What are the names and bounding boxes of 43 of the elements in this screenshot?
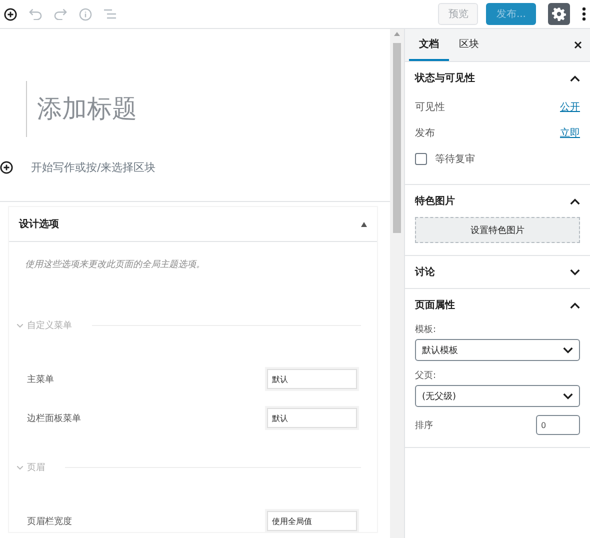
- option-label: 页眉栏宽度: [27, 516, 72, 528]
- sidebar-tab[interactable]: 区块: [449, 29, 489, 61]
- panel-title[interactable]: 页面属性: [415, 298, 455, 312]
- option-field[interactable]: 使用全局值: [267, 511, 357, 531]
- checkbox[interactable]: [415, 153, 427, 165]
- field-label: 模板:: [415, 324, 438, 336]
- settings-icon[interactable]: [548, 3, 570, 25]
- sidebar-tab[interactable]: 文档: [409, 29, 449, 61]
- panel-title[interactable]: 特色图片: [415, 194, 455, 208]
- chevron-down-icon: [563, 392, 573, 400]
- setting-link[interactable]: 立即: [560, 126, 580, 140]
- add-block-icon[interactable]: [0, 160, 13, 174]
- option-field[interactable]: 默认: [267, 369, 357, 389]
- chevron-down-icon: [17, 324, 23, 328]
- add-block-icon[interactable]: [4, 8, 17, 20]
- setting-link[interactable]: 公开: [560, 100, 580, 114]
- scroll-up-icon[interactable]: [394, 32, 400, 36]
- block-appender[interactable]: 开始写作或按/来选择区块: [31, 160, 156, 174]
- set-featured-image-button[interactable]: 设置特色图片: [415, 217, 580, 243]
- order-field[interactable]: 0: [536, 415, 580, 435]
- close-icon[interactable]: [574, 41, 582, 49]
- panel-title[interactable]: 讨论: [415, 265, 435, 279]
- dropdown[interactable]: 默认模板: [415, 339, 580, 361]
- section-heading: 自定义菜单: [27, 320, 72, 332]
- field-label: 父页:: [415, 370, 438, 382]
- panel-title[interactable]: 状态与可见性: [415, 71, 475, 85]
- section-heading: 页眉: [27, 462, 45, 474]
- scrollbar-thumb[interactable]: [393, 43, 401, 233]
- field-label: 排序: [415, 420, 433, 432]
- scrollbar[interactable]: [390, 29, 404, 538]
- chevron-down-icon: [563, 346, 573, 354]
- option-label: 边栏面板菜单: [27, 412, 81, 424]
- setting-label: 发布: [415, 127, 435, 140]
- metabox-description: 使用这些选项来更改此页面的全局主题选项。: [24, 258, 206, 271]
- collapse-triangle-icon[interactable]: [361, 222, 367, 226]
- chevron-down-icon: [17, 466, 23, 470]
- checkbox-label: 等待复审: [435, 152, 475, 166]
- metabox-title: 设计选项: [19, 218, 59, 231]
- option-field[interactable]: 默认: [267, 408, 357, 428]
- setting-label: 可见性: [415, 100, 445, 114]
- option-label: 主菜单: [27, 374, 54, 386]
- more-options-icon[interactable]: [582, 7, 586, 21]
- dropdown[interactable]: (无父级): [415, 385, 580, 407]
